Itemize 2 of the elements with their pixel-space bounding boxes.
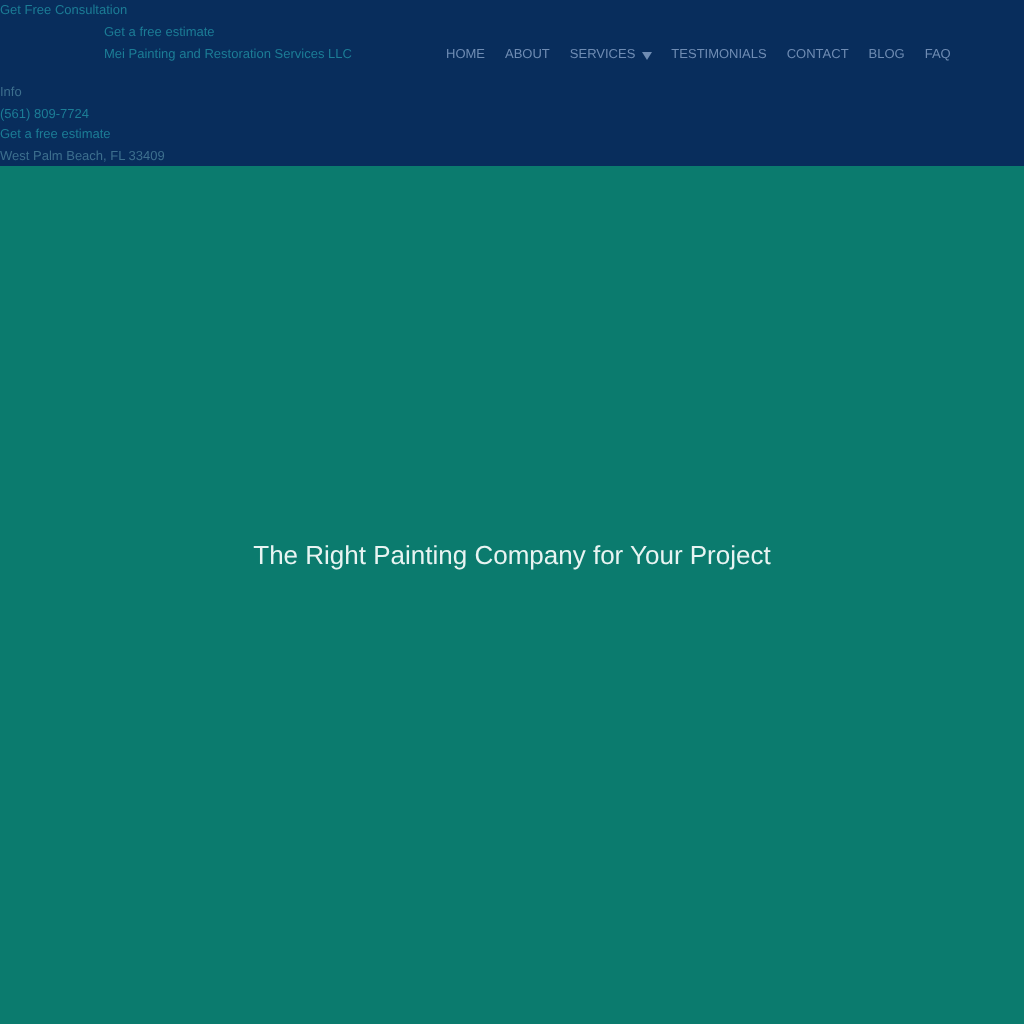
hero-title: The Right Painting Company for Your Project <box>253 540 771 570</box>
caret-icon <box>641 51 652 59</box>
